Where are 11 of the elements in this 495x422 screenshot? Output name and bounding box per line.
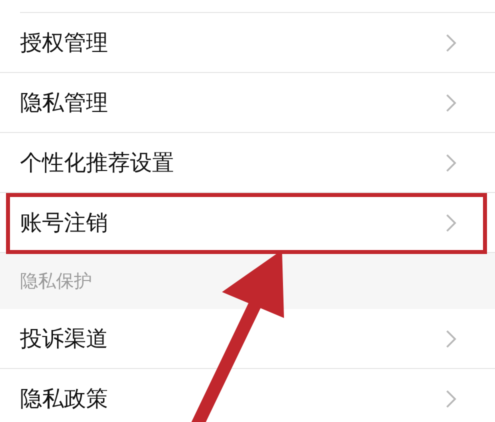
settings-row[interactable]: 个性化推荐设置 <box>0 133 495 193</box>
chevron-icon <box>445 92 457 112</box>
chevron-icon <box>445 212 457 232</box>
chevron-icon <box>445 388 457 408</box>
chevron-icon <box>445 328 457 348</box>
section-header: 隐私保护 <box>20 270 92 293</box>
settings-row[interactable]: 授权管理 <box>0 13 495 73</box>
settings-row[interactable]: 隐私政策 <box>0 369 495 422</box>
chevron-icon <box>445 152 457 172</box>
chevron-icon <box>445 32 457 52</box>
settings-row[interactable]: 隐私管理 <box>0 73 495 133</box>
